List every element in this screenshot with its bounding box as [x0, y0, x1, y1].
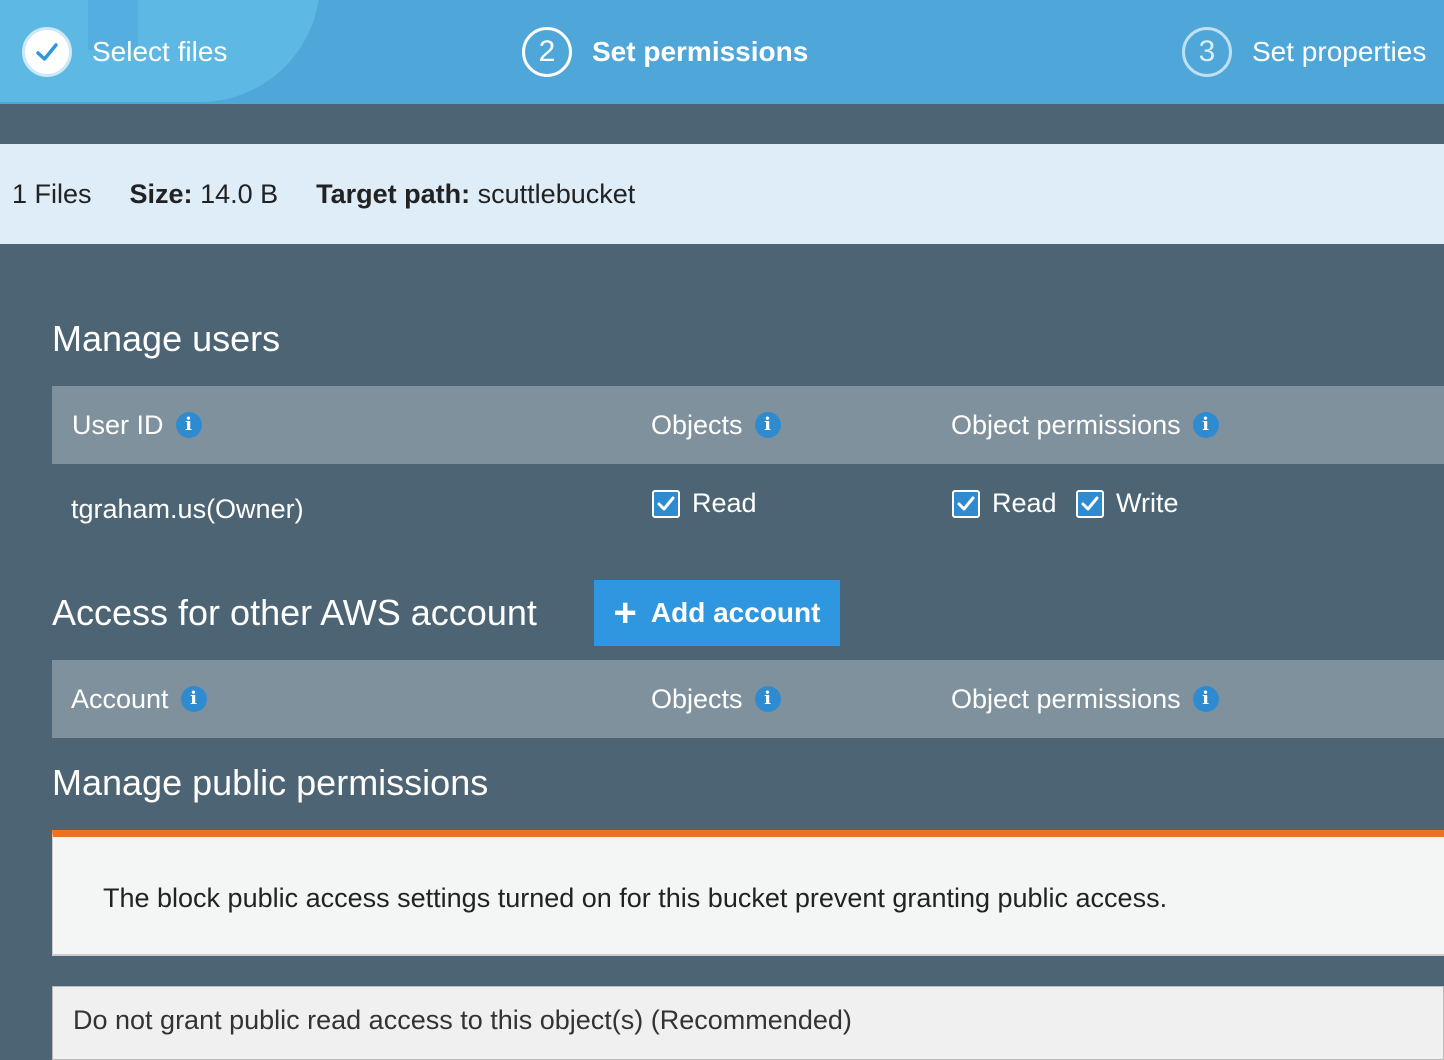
info-icon[interactable]: i	[1192, 412, 1219, 438]
column-label: Account	[71, 683, 169, 714]
column-objects: Objects i	[651, 660, 781, 738]
step-set-permissions[interactable]: 2 Set permissions	[522, 22, 808, 82]
checkbox-label: Read	[692, 488, 757, 518]
size-value: 14.0 B	[200, 178, 279, 209]
wizard-steps: Select files 2 Set permissions 3 Set pro…	[0, 0, 1444, 104]
column-label: Object permissions	[951, 683, 1181, 714]
step-label: Set permissions	[592, 36, 809, 67]
table-row: tgraham.us(Owner) Read Read Write	[52, 464, 1444, 554]
info-icon[interactable]: i	[180, 686, 207, 712]
checkbox-checked-icon[interactable]	[952, 489, 980, 518]
step-set-properties[interactable]: 3 Set properties	[1182, 22, 1426, 82]
checkbox-checked-icon[interactable]	[1076, 489, 1104, 518]
plus-icon: +	[613, 591, 637, 635]
target-path-label: Target path:	[316, 178, 471, 209]
column-account: Account i	[71, 660, 207, 738]
other-accounts-title: Access for other AWS account	[52, 592, 537, 633]
add-account-button[interactable]: + Add account	[594, 580, 840, 646]
block-public-access-alert: The block public access settings turned …	[52, 830, 1444, 956]
checkbox-label: Write	[1116, 488, 1179, 518]
step-number: 2	[522, 27, 572, 77]
target-path-info: Target path: scuttlebucket	[316, 179, 635, 210]
target-path-value: scuttlebucket	[477, 178, 636, 209]
column-label: Objects	[651, 683, 743, 714]
perm-read-cell: Read	[952, 488, 1057, 519]
info-icon[interactable]: i	[1192, 686, 1219, 712]
file-count: 1 Files	[12, 178, 92, 209]
step-select-files[interactable]: Select files	[22, 22, 227, 82]
user-id-cell: tgraham.us(Owner)	[71, 494, 304, 524]
public-access-select[interactable]: Do not grant public read access to this …	[52, 986, 1444, 1060]
perm-write-cell: Write	[1076, 488, 1179, 519]
add-account-label: Add account	[650, 597, 821, 628]
accounts-table-header: Account i Objects i Object permissions i	[52, 660, 1444, 738]
column-user-id: User ID i	[72, 386, 202, 464]
users-table-header: User ID i Objects i Object permissions i	[52, 386, 1444, 464]
size-info: Size: 14.0 B	[130, 179, 279, 210]
upload-summary: 1 Files Size: 14.0 B Target path: scuttl…	[0, 144, 1444, 244]
info-icon[interactable]: i	[754, 412, 781, 438]
step-label: Select files	[92, 36, 228, 67]
column-object-permissions: Object permissions i	[951, 386, 1219, 464]
checkbox-label: Read	[992, 488, 1057, 518]
column-objects: Objects i	[651, 386, 781, 464]
info-icon[interactable]: i	[754, 686, 781, 712]
column-label: Object permissions	[951, 409, 1181, 440]
check-circle-icon	[22, 27, 72, 77]
manage-users-title: Manage users	[52, 318, 281, 359]
select-value: Do not grant public read access to this …	[73, 1005, 852, 1035]
size-label: Size:	[129, 178, 193, 209]
step-number: 3	[1182, 27, 1232, 77]
public-permissions-title: Manage public permissions	[52, 762, 489, 803]
column-label: User ID	[72, 409, 164, 440]
info-icon[interactable]: i	[175, 412, 202, 438]
alert-message: The block public access settings turned …	[103, 883, 1168, 913]
checkbox-checked-icon[interactable]	[652, 489, 680, 518]
column-label: Objects	[651, 409, 743, 440]
step-label: Set properties	[1252, 36, 1427, 67]
objects-read-cell: Read	[652, 488, 757, 519]
column-object-permissions: Object permissions i	[951, 660, 1219, 738]
